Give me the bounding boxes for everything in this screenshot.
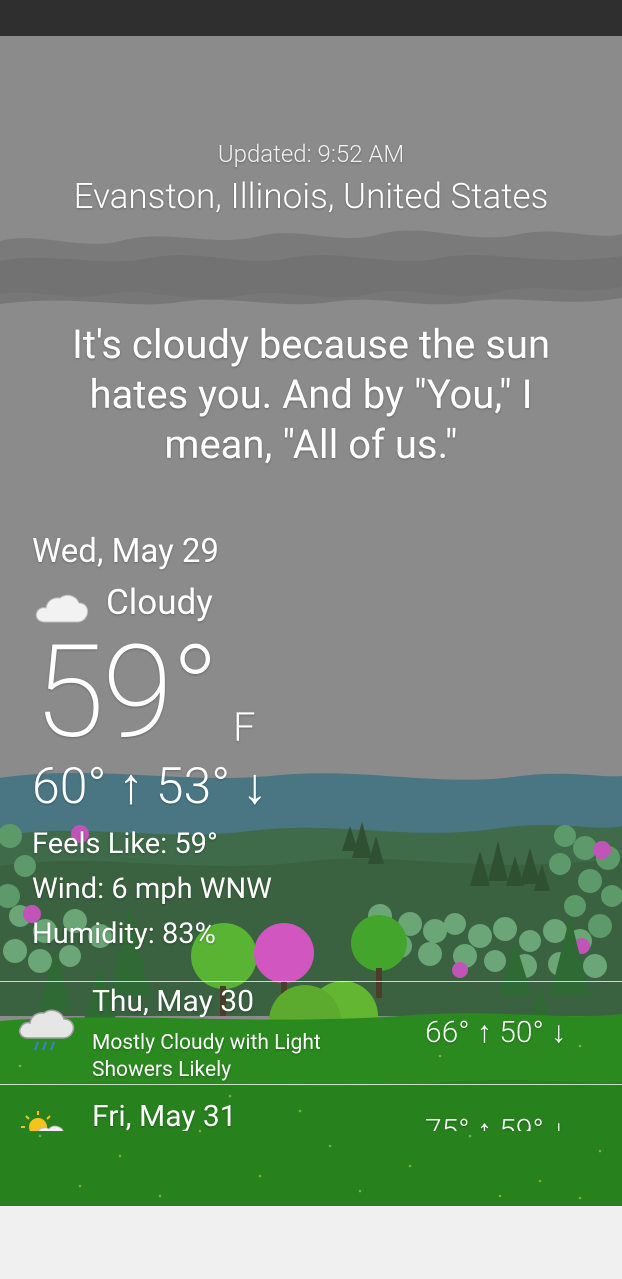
current-date: Wed, May 29 [32, 532, 219, 571]
humidity: Humidity: 83% [32, 917, 216, 951]
updated-time: Updated: 9:52 AM [217, 140, 405, 168]
forecast-row[interactable]: Fri, May 31 75° ↑ 59° ↓ [0, 1085, 622, 1131]
sun-cloud-icon [21, 1111, 64, 1131]
forecast-day: Thu, May 30 [92, 984, 254, 1019]
navigation-bar-area [0, 1206, 622, 1279]
forecast-day: Fri, May 31 [92, 1099, 237, 1131]
condition-label: Cloudy [106, 582, 213, 623]
high-low-temperature: 60° ↑ 53° ↓ [32, 758, 268, 816]
feels-like: Feels Like: 59° [32, 827, 218, 861]
current-temperature: 59° [34, 618, 220, 768]
weather-quote: It's cloudy because the sun hates you. A… [71, 321, 551, 468]
forecast-high-low: 75° ↑ 59° ↓ [425, 1113, 567, 1131]
status-bar [0, 0, 622, 36]
forecast-description: Mostly Cloudy with Light Showers Likely [92, 1031, 321, 1082]
cloud-rain-icon [18, 1009, 75, 1051]
temperature-unit[interactable]: F [233, 704, 256, 751]
divider [0, 981, 622, 982]
location-label[interactable]: Evanston, Illinois, United States [0, 176, 622, 217]
wind-speed: Wind: 6 mph WNW [32, 872, 272, 906]
forecast-high-low: 66° ↑ 50° ↓ [425, 1015, 567, 1050]
